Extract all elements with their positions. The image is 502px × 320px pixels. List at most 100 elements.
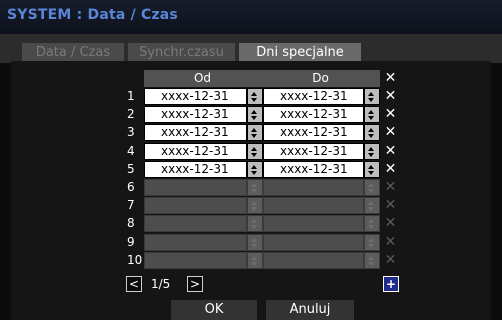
date-from-value: xxxx-12-31 [161, 107, 229, 121]
date-to-field[interactable]: xxxx-12-31 [263, 161, 364, 178]
spinner-up-icon [368, 165, 374, 169]
spinner-icon [247, 215, 263, 232]
date-to-field[interactable]: xxxx-12-31 [263, 106, 364, 123]
spinner-icon[interactable] [364, 88, 380, 105]
spinner-icon [247, 234, 263, 251]
row-number: 2 [127, 107, 135, 121]
row-number: 8 [127, 216, 135, 230]
delete-row-icon[interactable]: ✕ [384, 106, 397, 123]
add-entry-button[interactable]: + [383, 276, 399, 292]
column-header-from: Od [193, 71, 212, 85]
row-number: 4 [127, 144, 135, 158]
spinner-icon [364, 179, 380, 196]
spinner-up-icon [368, 238, 374, 242]
spinner-icon[interactable] [247, 143, 263, 160]
date-to-field [263, 179, 364, 196]
date-to-value: xxxx-12-31 [280, 107, 348, 121]
date-from-field [144, 215, 247, 232]
row-number: 9 [127, 235, 135, 249]
spinner-icon [364, 197, 380, 214]
title-bar: SYSTEM : Data / Czas [0, 0, 502, 35]
page-indicator: 1/5 [151, 277, 171, 291]
spinner-down-icon [368, 189, 374, 193]
spinner-icon[interactable] [247, 161, 263, 178]
date-from-field [144, 234, 247, 251]
row-number: 3 [127, 125, 135, 139]
delete-all-icon[interactable]: ✕ [384, 71, 397, 86]
date-to-value: xxxx-12-31 [280, 89, 348, 103]
delete-row-icon: ✕ [384, 252, 397, 268]
date-from-field [144, 197, 247, 214]
spinner-up-icon [251, 201, 257, 205]
date-to-field [263, 215, 364, 232]
date-from-field[interactable]: xxxx-12-31 [144, 143, 247, 160]
delete-row-icon[interactable]: ✕ [384, 88, 397, 105]
delete-row-icon: ✕ [384, 197, 397, 213]
spinner-down-icon [251, 171, 257, 175]
spinner-icon[interactable] [364, 161, 380, 178]
row-number: 7 [127, 198, 135, 212]
spinner-icon[interactable] [364, 124, 380, 141]
spinner-down-icon [368, 225, 374, 229]
date-from-field [144, 252, 247, 269]
previous-page-button[interactable]: < [126, 276, 142, 292]
delete-row-icon[interactable]: ✕ [384, 161, 397, 178]
spinner-icon[interactable] [364, 106, 380, 123]
spinner-up-icon [251, 147, 257, 151]
date-to-field[interactable]: xxxx-12-31 [263, 143, 364, 160]
next-page-button[interactable]: > [187, 276, 203, 292]
spinner-icon[interactable] [364, 143, 380, 160]
window-title: SYSTEM : Data / Czas [7, 7, 178, 23]
spinner-down-icon [251, 244, 257, 248]
spinner-down-icon [368, 207, 374, 211]
spinner-down-icon [251, 98, 257, 102]
spinner-icon [247, 252, 263, 269]
spinner-up-icon [368, 128, 374, 132]
spinner-icon[interactable] [247, 124, 263, 141]
date-to-field[interactable]: xxxx-12-31 [263, 88, 364, 105]
date-from-field[interactable]: xxxx-12-31 [144, 106, 247, 123]
date-to-value: xxxx-12-31 [280, 125, 348, 139]
delete-row-icon: ✕ [384, 179, 397, 195]
row-number: 6 [127, 180, 135, 194]
spinner-down-icon [251, 134, 257, 138]
spinner-up-icon [251, 238, 257, 242]
spinner-down-icon [368, 262, 374, 266]
row-number: 5 [127, 162, 135, 176]
spinner-down-icon [251, 225, 257, 229]
date-from-value: xxxx-12-31 [161, 125, 229, 139]
spinner-down-icon [251, 189, 257, 193]
spinner-down-icon [251, 262, 257, 266]
spinner-down-icon [368, 171, 374, 175]
date-to-field [263, 234, 364, 251]
spinner-up-icon [368, 147, 374, 151]
tab-date-time[interactable]: Data / Czas [22, 43, 124, 62]
spinner-up-icon [251, 183, 257, 187]
date-to-field[interactable]: xxxx-12-31 [263, 124, 364, 141]
delete-row-icon[interactable]: ✕ [384, 124, 397, 141]
date-to-value: xxxx-12-31 [280, 162, 348, 176]
tab-special-days[interactable]: Dni specjalne [239, 43, 361, 62]
spinner-down-icon [368, 134, 374, 138]
spinner-icon[interactable] [247, 88, 263, 105]
spinner-down-icon [251, 116, 257, 120]
column-header-to: Do [312, 71, 329, 85]
spinner-icon [364, 252, 380, 269]
ok-button[interactable]: OK [171, 300, 257, 320]
date-from-value: xxxx-12-31 [161, 162, 229, 176]
delete-row-icon[interactable]: ✕ [384, 143, 397, 160]
spinner-up-icon [251, 92, 257, 96]
date-from-field[interactable]: xxxx-12-31 [144, 161, 247, 178]
spinner-down-icon [368, 98, 374, 102]
delete-row-icon: ✕ [384, 215, 397, 231]
cancel-button[interactable]: Anuluj [266, 300, 354, 320]
date-from-field[interactable]: xxxx-12-31 [144, 88, 247, 105]
date-from-field[interactable]: xxxx-12-31 [144, 124, 247, 141]
spinner-up-icon [251, 165, 257, 169]
spinner-icon[interactable] [247, 106, 263, 123]
date-from-value: xxxx-12-31 [161, 144, 229, 158]
tab-time-sync[interactable]: Synchr.czasu [128, 43, 235, 62]
spinner-up-icon [251, 219, 257, 223]
spinner-down-icon [368, 244, 374, 248]
date-from-value: xxxx-12-31 [161, 89, 229, 103]
